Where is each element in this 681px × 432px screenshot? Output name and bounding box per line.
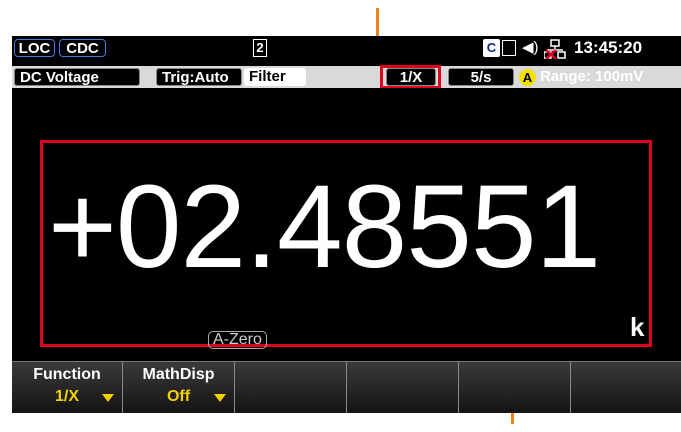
function-tab[interactable]: DC Voltage bbox=[14, 68, 140, 86]
clock: 13:45:20 bbox=[574, 38, 643, 57]
cdc-indicator: CDC bbox=[59, 39, 106, 57]
softkey-3[interactable] bbox=[235, 362, 347, 413]
auto-range-badge: A bbox=[519, 69, 536, 86]
ce-icon: C bbox=[483, 39, 500, 57]
speaker-icon: ◀) bbox=[522, 39, 539, 56]
reading-highlight-box bbox=[40, 140, 652, 347]
softkey-label: Function bbox=[33, 366, 101, 383]
page-icon: 2 bbox=[253, 39, 267, 57]
meter-screen: LOC CDC 2 C ◀) 13:45:20 DC Voltage Trig:… bbox=[12, 36, 681, 413]
softkey-mathdisp[interactable]: MathDisp Off bbox=[123, 362, 235, 413]
filter-tab[interactable]: Filter bbox=[244, 68, 306, 86]
softkey-bar: Function 1/X MathDisp Off bbox=[12, 361, 681, 413]
softkey-5[interactable] bbox=[459, 362, 571, 413]
softkey-6[interactable] bbox=[571, 362, 681, 413]
trigger-tab[interactable]: Trig:Auto bbox=[156, 68, 242, 86]
storage-icon bbox=[502, 40, 516, 56]
azero-indicator: A-Zero bbox=[208, 331, 267, 349]
softkey-4[interactable] bbox=[347, 362, 459, 413]
loc-indicator: LOC bbox=[14, 39, 55, 57]
status-bar: LOC CDC 2 C ◀) 13:45:20 bbox=[12, 36, 681, 64]
info-bar: DC Voltage Trig:Auto Filter 1/X 5/s A Ra… bbox=[12, 65, 681, 89]
softkey-function[interactable]: Function 1/X bbox=[12, 362, 123, 413]
unit-prefix: k bbox=[630, 312, 645, 342]
network-disconnected-icon bbox=[544, 39, 566, 59]
dropdown-arrow-icon bbox=[214, 394, 226, 402]
rate-tab[interactable]: 5/s bbox=[448, 68, 514, 86]
softkey-label: MathDisp bbox=[142, 366, 215, 383]
main-display: +02.48551 k A-Zero bbox=[12, 88, 681, 351]
range-label[interactable]: Range: 100mV bbox=[540, 68, 643, 86]
math-highlight-box bbox=[380, 65, 441, 89]
dropdown-arrow-icon bbox=[102, 394, 114, 402]
